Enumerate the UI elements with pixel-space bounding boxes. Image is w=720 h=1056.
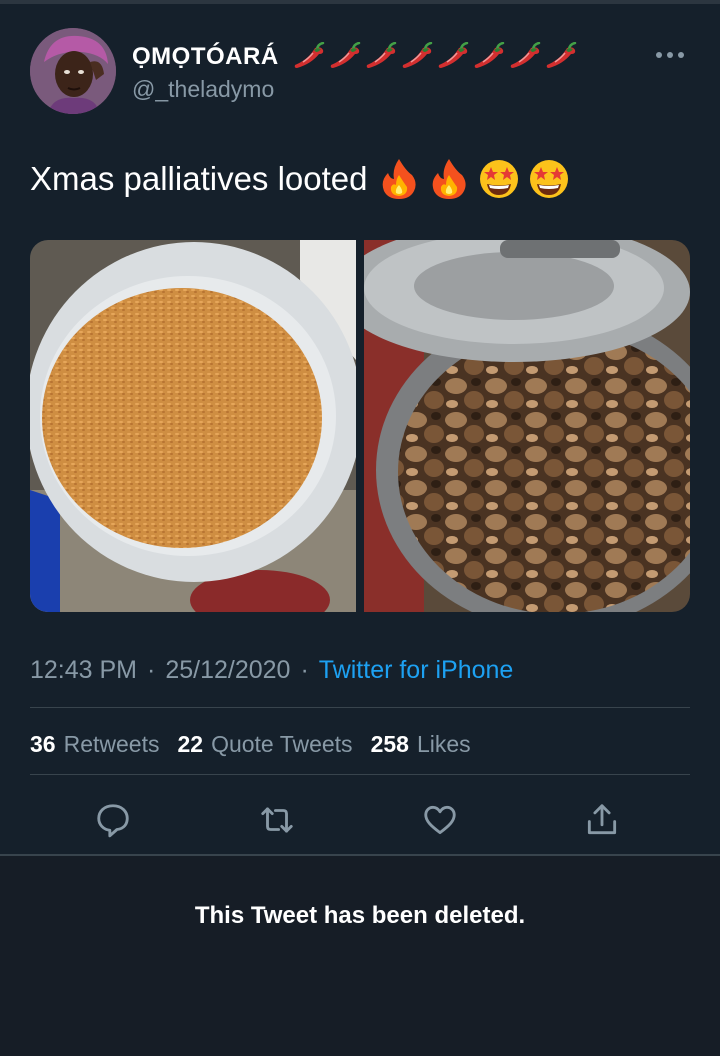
tweet-source-link[interactable]: Twitter for iPhone bbox=[319, 656, 514, 685]
tweet-text-row: Xmas palliatives looted bbox=[30, 154, 572, 204]
author-name-row[interactable]: ỌMỌTÓARÁ bbox=[132, 42, 579, 72]
hot-pepper-icon bbox=[474, 42, 504, 68]
likes-count: 258 bbox=[370, 730, 409, 757]
retweets-label: Retweets bbox=[63, 730, 160, 757]
tweet-emojis bbox=[372, 157, 572, 201]
cooked-meat-pot-photo[interactable] bbox=[364, 240, 690, 612]
hot-pepper-icon bbox=[438, 42, 468, 68]
tweet-time[interactable]: 12:43 PM bbox=[30, 656, 137, 685]
more-dot bbox=[667, 52, 673, 58]
retweets-stat[interactable]: 36 Retweets bbox=[30, 731, 159, 758]
tweet-meta: 12:43 PM · 25/12/2020 · Twitter for iPho… bbox=[30, 652, 513, 688]
fire-icon bbox=[382, 159, 416, 199]
jollof-rice-photo[interactable] bbox=[30, 240, 356, 612]
star-struck-icon bbox=[529, 160, 568, 198]
divider bbox=[30, 707, 690, 708]
avatar[interactable] bbox=[30, 28, 116, 114]
meta-separator: · bbox=[300, 655, 309, 684]
hot-pepper-icon bbox=[366, 42, 396, 68]
more-options-icon[interactable] bbox=[650, 38, 690, 72]
deleted-tweet-notice: This Tweet has been deleted. bbox=[0, 856, 720, 1056]
tweet-text: Xmas palliatives looted bbox=[30, 160, 368, 197]
more-dot bbox=[656, 52, 662, 58]
tweet-date[interactable]: 25/12/2020 bbox=[165, 656, 290, 685]
name-emojis bbox=[291, 42, 579, 72]
display-name[interactable]: ỌMỌTÓARÁ bbox=[132, 43, 279, 71]
reply-icon[interactable] bbox=[87, 794, 139, 846]
retweet-icon[interactable] bbox=[251, 794, 303, 846]
more-dot bbox=[678, 52, 684, 58]
deleted-tweet-text: This Tweet has been deleted. bbox=[194, 902, 526, 929]
hot-pepper-icon bbox=[294, 42, 324, 68]
share-icon[interactable] bbox=[576, 794, 628, 846]
tweet: ỌMỌTÓARÁ @_theladymo Xmas palliatives lo… bbox=[0, 4, 720, 854]
hot-pepper-icon bbox=[546, 42, 576, 68]
quote-tweets-label: Quote Tweets bbox=[211, 730, 353, 757]
tweet-stats: 36 Retweets 22 Quote Tweets 258 Likes bbox=[30, 724, 489, 764]
star-struck-icon bbox=[479, 160, 518, 198]
likes-stat[interactable]: 258 Likes bbox=[371, 731, 471, 758]
hot-pepper-icon bbox=[510, 42, 540, 68]
divider bbox=[30, 774, 690, 775]
user-handle[interactable]: @_theladymo bbox=[132, 76, 274, 103]
fire-icon bbox=[432, 159, 466, 199]
retweets-count: 36 bbox=[30, 730, 56, 757]
meta-separator: · bbox=[147, 655, 156, 684]
quote-tweets-stat[interactable]: 22 Quote Tweets bbox=[177, 731, 352, 758]
hot-pepper-icon bbox=[402, 42, 432, 68]
quote-tweets-count: 22 bbox=[177, 730, 204, 757]
tweet-media[interactable] bbox=[30, 240, 690, 612]
tweet-actions bbox=[30, 794, 690, 846]
like-icon[interactable] bbox=[414, 794, 466, 846]
hot-pepper-icon bbox=[330, 42, 360, 68]
likes-label: Likes bbox=[416, 730, 471, 757]
